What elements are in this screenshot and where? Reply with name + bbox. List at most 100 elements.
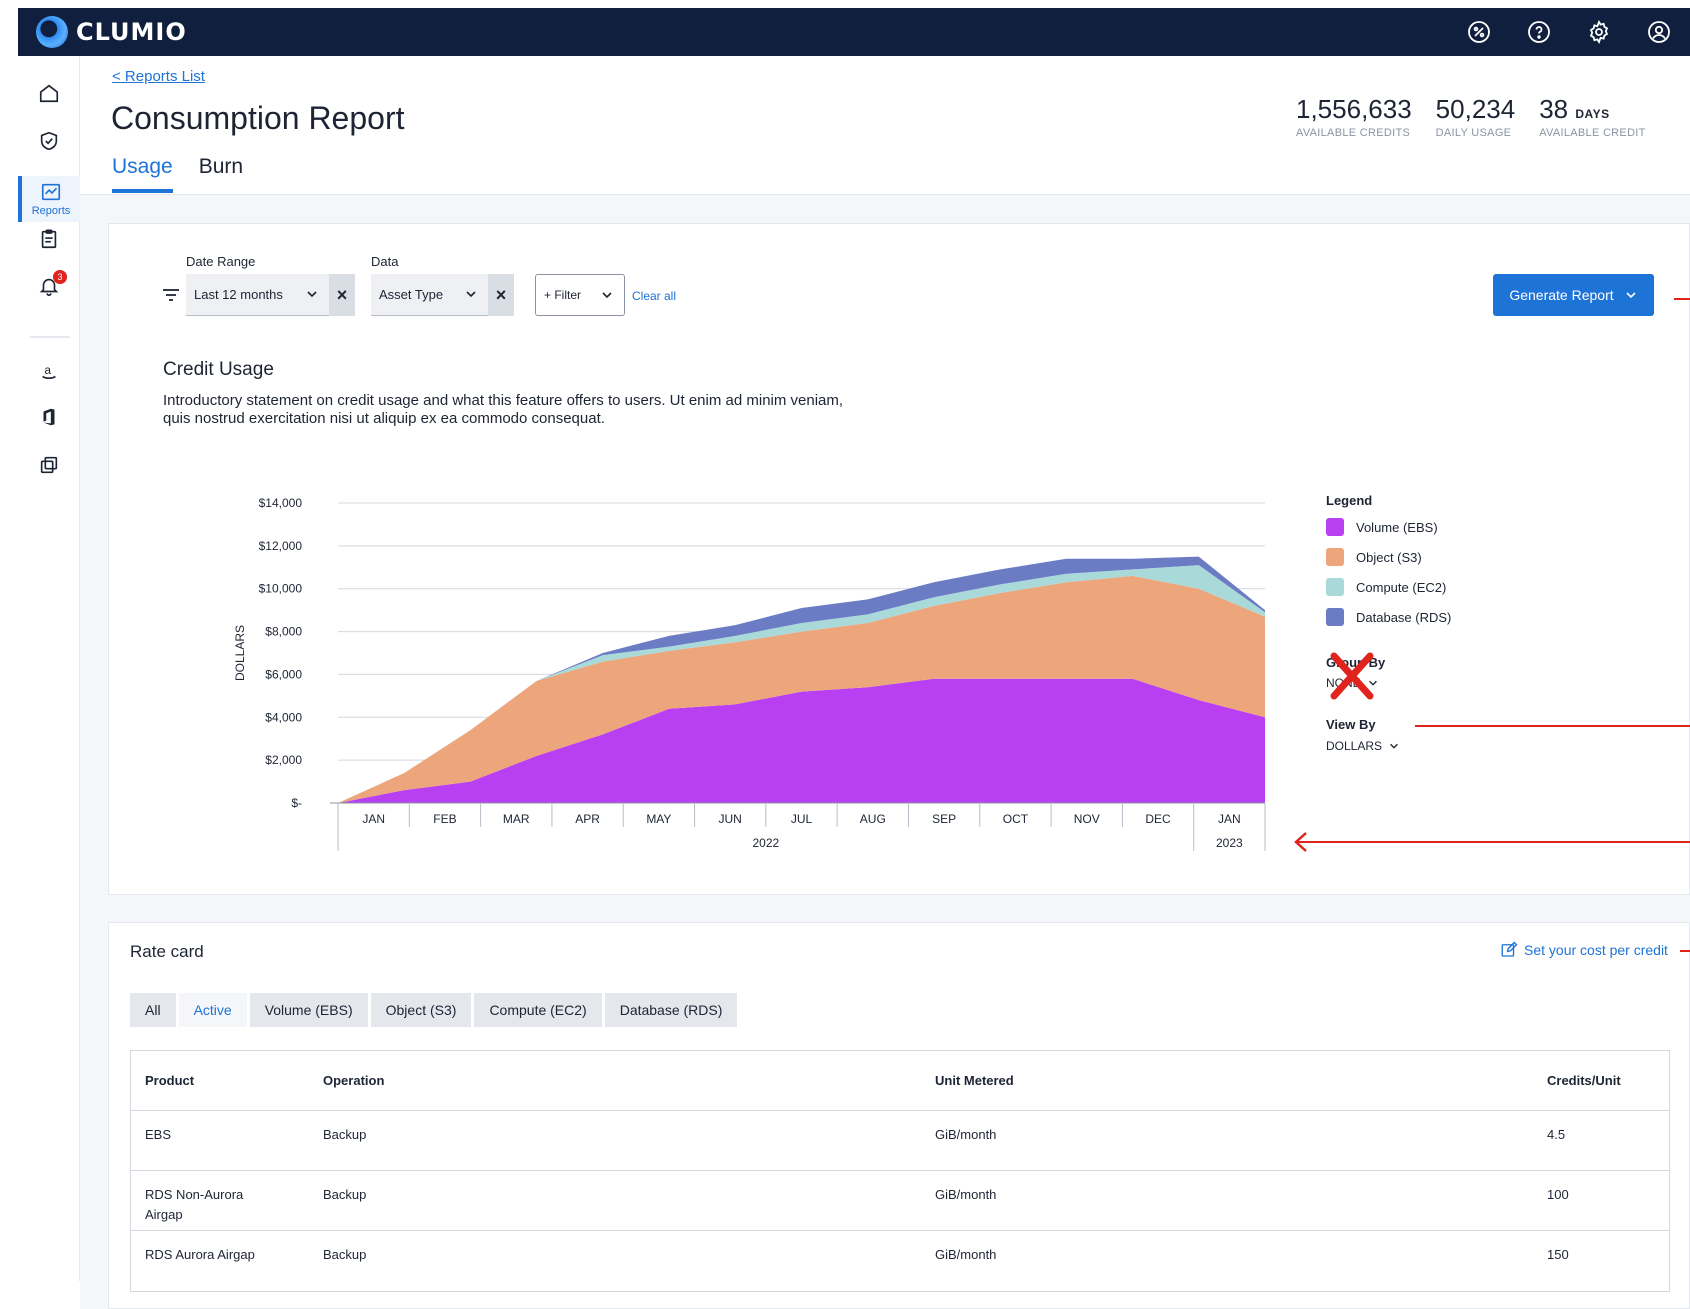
stat-available-credits: 1,556,633 AVAILABLE CREDITS — [1296, 94, 1412, 139]
y-tick-label: $10,000 — [259, 582, 303, 596]
page-title: Consumption Report — [111, 100, 405, 136]
sidebar-item-alerts[interactable]: 3 — [18, 270, 80, 302]
cell-operation: Backup — [323, 1247, 367, 1262]
user-icon[interactable] — [1646, 19, 1672, 45]
clipboard-icon — [41, 229, 57, 249]
tab-usage[interactable]: Usage — [112, 155, 173, 193]
chevron-down-icon — [466, 291, 476, 298]
sidebar-item-label: Reports — [31, 205, 71, 217]
date-range-label: Date Range — [186, 254, 256, 269]
sidebar-item-tasks[interactable] — [18, 224, 80, 254]
cell-product: EBS — [145, 1127, 172, 1142]
copy-icon — [40, 456, 58, 474]
legend-swatch — [1326, 518, 1344, 536]
chip-object-s3[interactable]: Object (S3) — [370, 993, 472, 1027]
clear-all-link[interactable]: Clear all — [632, 289, 676, 303]
sidebar-item-protection[interactable] — [18, 126, 80, 156]
table-header-row: Product Operation Unit Metered Credits/U… — [131, 1051, 1669, 1111]
svg-text:a: a — [44, 363, 51, 377]
x-year-label: 2023 — [1216, 836, 1243, 850]
stat-daily-usage: 50,234 DAILY USAGE — [1435, 94, 1516, 139]
generate-report-button[interactable]: Generate Report — [1493, 274, 1654, 316]
sidebar-item-copy[interactable] — [18, 450, 80, 480]
breadcrumb-reports-list[interactable]: < Reports List — [112, 68, 205, 85]
filter-icon[interactable] — [162, 288, 180, 302]
credit-usage-title: Credit Usage — [163, 359, 274, 380]
cell-credits-unit: 100 — [1547, 1187, 1569, 1202]
chevron-down-icon — [307, 291, 317, 298]
y-axis-label: DOLLARS — [233, 625, 247, 681]
annotation-arrow-set-cost — [1680, 950, 1690, 952]
sidebar-item-reports[interactable]: Reports — [18, 176, 80, 222]
credit-usage-intro: Introductory statement on credit usage a… — [163, 392, 844, 427]
add-filter-button[interactable]: + Filter — [535, 274, 625, 316]
annotation-x-mark — [1330, 652, 1374, 700]
settings-icon[interactable] — [1586, 19, 1612, 45]
y-tick-label: $8,000 — [265, 625, 302, 639]
legend-swatch — [1326, 548, 1344, 566]
cell-product: RDS Aurora Airgap — [145, 1247, 255, 1262]
chip-active[interactable]: Active — [178, 993, 247, 1027]
y-tick-label: $14,000 — [259, 496, 303, 510]
chip-compute-ec2[interactable]: Compute (EC2) — [474, 993, 602, 1027]
logo-text: CLUMIO — [76, 18, 187, 46]
percent-icon[interactable] — [1466, 19, 1492, 45]
legend-swatch — [1326, 578, 1344, 596]
sidebar-item-aws[interactable]: a — [18, 356, 80, 386]
report-tabs: Usage Burn — [112, 155, 269, 193]
legend-item-object-s3: Object (S3) — [1326, 548, 1422, 566]
chip-database-rds[interactable]: Database (RDS) — [604, 993, 738, 1027]
sidebar-item-microsoft[interactable] — [18, 402, 80, 432]
data-select[interactable]: Asset Type — [371, 274, 488, 316]
alert-count-badge: 3 — [53, 270, 67, 284]
x-year-label: 2022 — [752, 836, 779, 850]
legend-title: Legend — [1326, 493, 1373, 508]
cell-credits-unit: 150 — [1547, 1247, 1569, 1262]
chip-all[interactable]: All — [130, 993, 176, 1027]
sidebar-item-home[interactable] — [18, 78, 80, 108]
help-icon[interactable] — [1526, 19, 1552, 45]
cell-operation: Backup — [323, 1187, 367, 1202]
table-row: RDS Aurora Airgap Backup GiB/month 150 — [131, 1231, 1669, 1291]
column-header-operation: Operation — [323, 1073, 385, 1088]
x-tick-label: MAY — [646, 812, 671, 826]
logo-icon — [36, 16, 68, 48]
cell-credits-unit: 4.5 — [1547, 1127, 1566, 1142]
clear-date-range-button[interactable]: × — [329, 274, 355, 316]
credit-usage-chart: $14,000 $12,000 $10,000 $8,000 $6,000 $4,000 $… — [233, 496, 1266, 851]
set-cost-per-credit-link[interactable]: Set your cost per credit — [1500, 941, 1668, 959]
y-tick-label: $2,000 — [265, 753, 302, 767]
x-tick-label: DEC — [1145, 812, 1171, 826]
x-tick-label: JAN — [362, 812, 385, 826]
shield-icon — [40, 131, 58, 151]
y-tick-label: $- — [291, 796, 302, 810]
cell-product: RDS Non-Aurora Airgap — [145, 1187, 244, 1222]
rate-card-table: Product Operation Unit Metered Credits/U… — [130, 1050, 1670, 1292]
x-tick-label: JUN — [719, 812, 742, 826]
tab-burn[interactable]: Burn — [199, 155, 243, 193]
view-by-select[interactable]: DOLLARS — [1326, 739, 1400, 753]
y-tick-label: $12,000 — [259, 539, 303, 553]
x-tick-label: JAN — [1218, 812, 1241, 826]
home-icon — [39, 84, 59, 103]
cell-unit-metered: GiB/month — [935, 1187, 997, 1202]
legend-item-compute-ec2: Compute (EC2) — [1326, 578, 1446, 596]
sidebar-divider — [30, 336, 70, 338]
office-icon — [43, 408, 55, 426]
date-range-select[interactable]: Last 12 months — [186, 274, 329, 316]
cell-unit-metered: GiB/month — [935, 1127, 997, 1142]
clear-data-button[interactable]: × — [488, 274, 514, 316]
clumio-logo[interactable]: CLUMIO — [36, 16, 187, 48]
column-header-credits-unit: Credits/Unit — [1547, 1073, 1621, 1088]
x-tick-label: FEB — [433, 812, 456, 826]
chart-icon — [41, 183, 61, 201]
annotation-line-view-by — [1415, 725, 1690, 727]
legend-swatch — [1326, 608, 1344, 626]
y-tick-label: $6,000 — [265, 667, 302, 681]
table-row: EBS Backup GiB/month 4.5 — [131, 1111, 1669, 1171]
column-header-unit-metered: Unit Metered — [935, 1073, 1014, 1088]
cell-operation: Backup — [323, 1127, 367, 1142]
credit-stats: 1,556,633 AVAILABLE CREDITS 50,234 DAILY… — [1296, 94, 1670, 139]
chip-volume-ebs[interactable]: Volume (EBS) — [249, 993, 368, 1027]
stat-available-days: 38 DAYS AVAILABLE CREDIT — [1539, 94, 1646, 139]
